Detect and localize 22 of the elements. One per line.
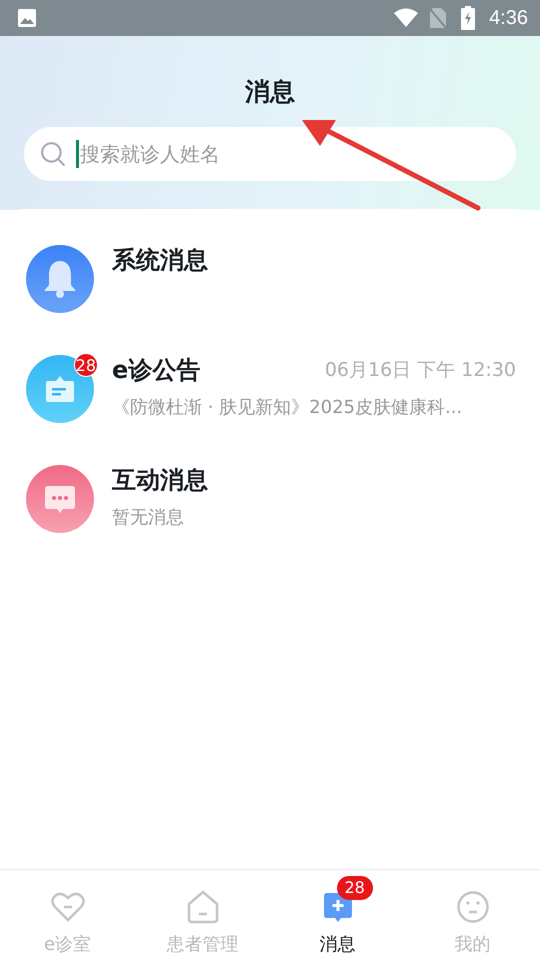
page-title: 消息	[245, 76, 295, 108]
message-title: e诊公告	[112, 355, 200, 386]
battery-charging-icon	[461, 6, 476, 30]
message-time: 06月16日 下午 12:30	[324, 358, 516, 383]
wifi-icon	[393, 8, 420, 28]
search-field[interactable]: 搜索就诊人姓名	[24, 127, 516, 181]
unread-badge: 28	[74, 353, 98, 377]
house-icon	[186, 890, 220, 924]
message-title: 系统消息	[112, 245, 208, 276]
unread-badge: 28	[336, 876, 373, 900]
message-row[interactable]: 28 e诊公告 06月16日 下午 12:30 《防微杜渐 · 肤见新知》2025皮肤健康科...	[0, 355, 540, 465]
message-row[interactable]: 互动消息 暂无消息	[0, 465, 540, 575]
message-preview: 暂无消息	[112, 506, 185, 529]
image-icon	[17, 8, 37, 28]
no-sim-icon	[429, 7, 448, 29]
nav-tab[interactable]: 28 消息	[270, 870, 405, 960]
message-row[interactable]: 系统消息	[0, 245, 540, 355]
face-icon	[456, 890, 490, 924]
status-time: 4:36	[489, 6, 528, 30]
message-preview: 《防微杜渐 · 肤见新知》2025皮肤健康科...	[112, 396, 464, 419]
message-title: 互动消息	[112, 465, 208, 496]
heart-icon	[50, 890, 84, 924]
